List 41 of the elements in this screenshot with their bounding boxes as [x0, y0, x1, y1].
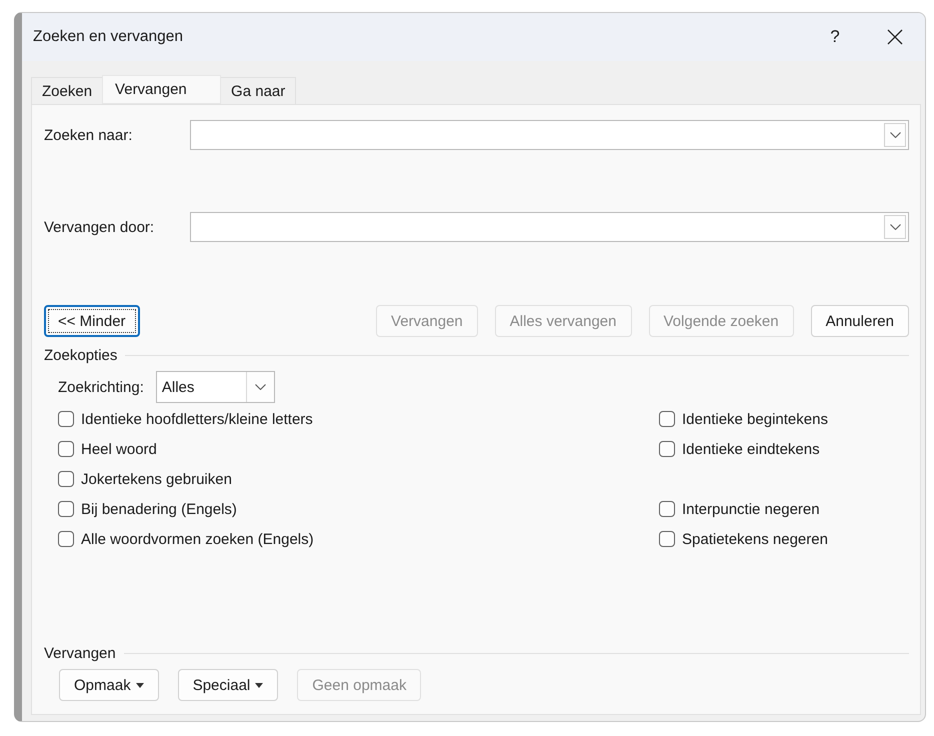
checkbox-label: Spatietekens negeren	[682, 530, 828, 548]
caret-icon	[255, 682, 264, 688]
checkbox[interactable]	[58, 411, 74, 427]
tab[interactable]: Zoeken	[31, 77, 104, 104]
section-heading: Vervangen	[44, 644, 116, 662]
caret-icon	[136, 682, 144, 688]
checkbox-label: Jokertekens gebruiken	[81, 470, 232, 488]
checkbox-label: Identieke hoofdletters/kleine letters	[81, 410, 313, 428]
button[interactable]: Annuleren	[810, 305, 909, 337]
chevron-down-icon[interactable]	[890, 224, 900, 230]
button[interactable]: Speciaal	[178, 669, 278, 701]
section-heading: Zoekopties	[44, 346, 118, 364]
checkbox-label: Identieke eindtekens	[682, 440, 820, 458]
chevron-down-icon[interactable]	[890, 132, 900, 138]
field-label: Zoekrichting:	[58, 378, 144, 396]
button[interactable]: << Minder	[44, 305, 140, 337]
help-button[interactable]: ?	[805, 13, 865, 61]
chevron-down-icon[interactable]	[254, 384, 266, 390]
checkbox[interactable]	[659, 531, 675, 547]
dropdown-value[interactable]: Alles	[162, 378, 194, 396]
checkbox[interactable]	[58, 471, 74, 487]
checkbox[interactable]	[659, 441, 675, 457]
tab[interactable]: Ga naar	[220, 77, 296, 104]
window-title: Zoeken en vervangen	[33, 28, 184, 46]
checkbox-label: Interpunctie negeren	[682, 500, 820, 518]
checkbox-label: Alle woordvormen zoeken (Engels)	[81, 530, 314, 548]
checkbox[interactable]	[58, 531, 74, 547]
tab[interactable]: Vervangen	[102, 75, 222, 104]
field-label: Zoeken naar:	[44, 126, 134, 144]
checkbox-label: Bij benadering (Engels)	[81, 500, 237, 518]
checkbox-label: Identieke begintekens	[682, 410, 828, 428]
field-label: Vervangen door:	[44, 218, 156, 236]
combo-field[interactable]	[190, 212, 909, 242]
checkbox[interactable]	[58, 441, 74, 457]
checkbox-label: Heel woord	[81, 440, 157, 458]
close-icon[interactable]	[887, 29, 903, 45]
checkbox[interactable]	[58, 501, 74, 517]
checkbox[interactable]	[659, 501, 675, 517]
checkbox[interactable]	[659, 411, 675, 427]
combo-field[interactable]	[190, 120, 909, 150]
button[interactable]: Opmaak	[59, 669, 159, 701]
